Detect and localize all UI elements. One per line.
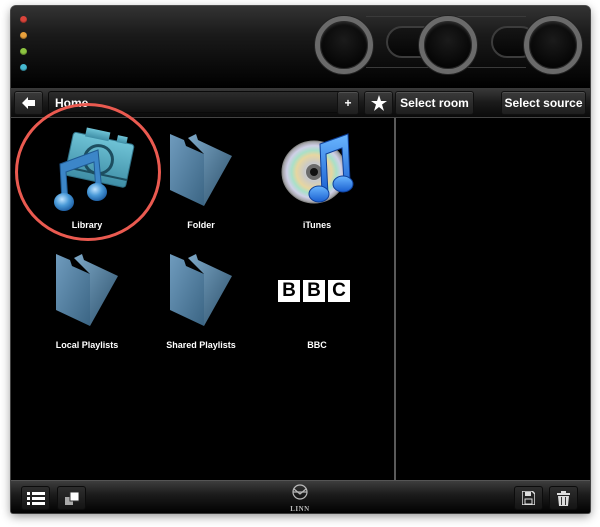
browser-grid: Library Folder iTunes Local Playlists Sh…: [11, 118, 394, 480]
star-icon: [370, 95, 387, 111]
breadcrumb[interactable]: Home: [48, 91, 352, 113]
linn-brand-text: LINN: [290, 505, 310, 513]
left-arrow-icon: [21, 97, 35, 109]
browser-toolbar: Home + Select room Select source: [11, 88, 590, 118]
folder-icon: [56, 254, 118, 326]
mini-mode-button[interactable]: [20, 64, 27, 71]
bbc-letter: B: [303, 280, 325, 302]
folder-label: Folder: [187, 220, 215, 230]
itunes-label: iTunes: [302, 220, 332, 230]
local-playlists-item[interactable]: Local Playlists: [32, 242, 142, 360]
list-view-button[interactable]: [21, 486, 50, 510]
album-view-button[interactable]: [57, 486, 86, 510]
folder-icon: [170, 254, 232, 326]
bbc-logo-icon: B B C: [278, 280, 350, 302]
minimize-window-button[interactable]: [20, 32, 27, 39]
play-pause-knob[interactable]: [419, 16, 477, 74]
save-icon: [522, 491, 535, 505]
bbc-letter: B: [278, 280, 300, 302]
linn-kinsky-window: Home + Select room Select source Library…: [11, 6, 590, 513]
library-label: Library: [71, 220, 103, 230]
list-icon: [26, 491, 45, 505]
folder-icon: [170, 134, 232, 206]
itunes-icon: [281, 133, 353, 204]
volume-knob[interactable]: [315, 16, 373, 74]
add-bookmark-button[interactable]: +: [337, 91, 359, 115]
itunes-item[interactable]: iTunes: [262, 122, 372, 240]
bbc-letter: C: [328, 280, 350, 302]
shared-playlists-item[interactable]: Shared Playlists: [146, 242, 256, 360]
bookmarks-button[interactable]: [364, 91, 393, 115]
save-playlist-button[interactable]: [514, 486, 543, 510]
delete-button[interactable]: [549, 486, 578, 510]
bottom-toolbar: LINN: [11, 480, 590, 513]
trash-icon: [557, 490, 570, 506]
select-room-button[interactable]: Select room: [395, 91, 474, 115]
bbc-label: BBC: [307, 340, 327, 350]
playlist-pane: [396, 118, 590, 480]
shared-playlists-label: Shared Playlists: [166, 340, 236, 350]
stacked-squares-icon: [64, 491, 79, 505]
seek-knob[interactable]: [524, 16, 582, 74]
bbc-item[interactable]: B B C BBC: [262, 242, 372, 360]
transport-header: [11, 6, 590, 88]
library-icon: [53, 127, 134, 211]
linn-logo: LINN: [285, 484, 315, 513]
back-button[interactable]: [14, 91, 43, 115]
zoom-window-button[interactable]: [20, 48, 27, 55]
library-item[interactable]: Library: [32, 122, 142, 240]
local-playlists-label: Local Playlists: [55, 340, 119, 350]
select-source-button[interactable]: Select source: [501, 91, 586, 115]
close-window-button[interactable]: [20, 16, 27, 23]
folder-item[interactable]: Folder: [146, 122, 256, 240]
linn-logo-icon: [292, 484, 308, 500]
